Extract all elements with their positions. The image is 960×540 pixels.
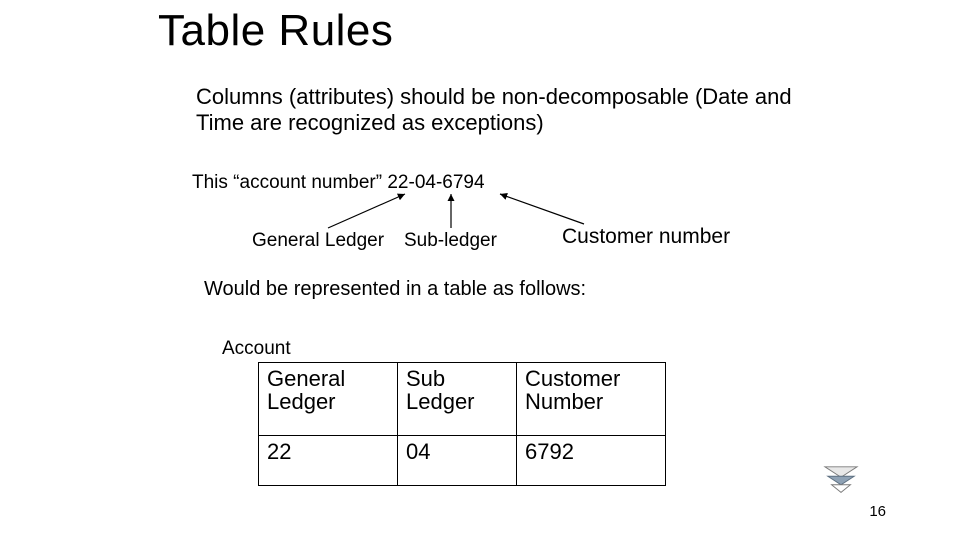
table-header-cell: CustomerNumber [517, 363, 666, 436]
label-sub-ledger: Sub-ledger [404, 230, 497, 252]
body-paragraph: Columns (attributes) should be non-decom… [196, 84, 816, 137]
slide-title: Table Rules [158, 6, 393, 56]
label-general-ledger: General Ledger [252, 230, 384, 252]
label-customer-number: Customer number [562, 225, 730, 249]
decorative-triangle-icon [822, 464, 860, 498]
page-number: 16 [869, 503, 886, 520]
table-caption: Account [222, 338, 291, 360]
table-cell: 22 [259, 436, 398, 486]
example-account-number: This “account number” 22-04-6794 [192, 172, 485, 194]
table-row: 22 04 6792 [259, 436, 666, 486]
account-table: GeneralLedger SubLedger CustomerNumber 2… [258, 362, 666, 486]
table-cell: 6792 [517, 436, 666, 486]
table-header-cell: GeneralLedger [259, 363, 398, 436]
table-row: GeneralLedger SubLedger CustomerNumber [259, 363, 666, 436]
table-cell: 04 [398, 436, 517, 486]
follows-text: Would be represented in a table as follo… [204, 278, 586, 301]
table-header-cell: SubLedger [398, 363, 517, 436]
